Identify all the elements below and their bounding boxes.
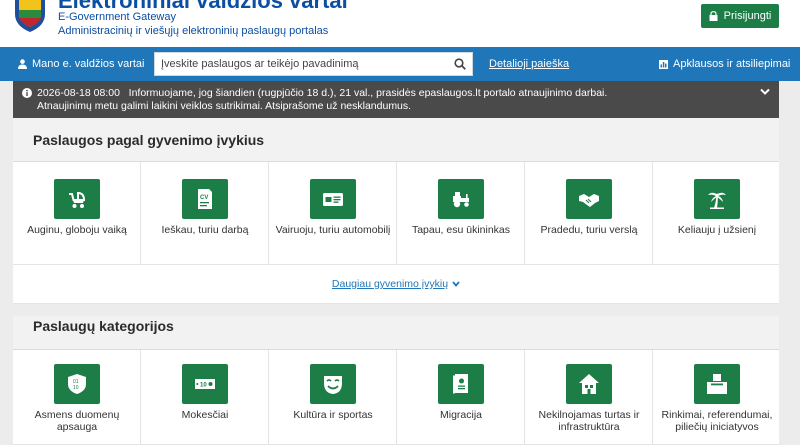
- category-tile-taxes[interactable]: 10 Mokesčiai: [141, 350, 269, 445]
- ballot-box-icon: [694, 364, 740, 404]
- tile-label: Kultūra ir sportas: [293, 409, 373, 421]
- tile-label: Migracija: [439, 409, 482, 421]
- banknote-icon: 10: [182, 364, 228, 404]
- svg-text:CV: CV: [200, 195, 208, 201]
- tile-label: Rinkimai, referendumai, piliečių iniciat…: [661, 409, 773, 433]
- category-tile-elections[interactable]: Rinkimai, referendumai, piliečių iniciat…: [653, 350, 779, 445]
- life-event-tile-farmer[interactable]: Tapau, esu ūkininkas: [397, 162, 525, 265]
- polls-label: Apklausos ir atsiliepimai: [673, 58, 791, 70]
- more-life-events-label: Daugiau gyvenimo įvykių: [331, 278, 449, 290]
- life-event-tile-travel[interactable]: Keliauju į užsienį: [653, 162, 779, 265]
- passport-icon: [438, 364, 484, 404]
- info-icon: [22, 88, 32, 98]
- my-gateway-label: Mano e. valdžios vartai: [32, 58, 145, 70]
- tile-label: Auginu, globoju vaiką: [27, 224, 127, 236]
- category-tile-migration[interactable]: Migracija: [397, 350, 525, 445]
- site-subtitle-lt: Administracinių ir viešųjų elektroninių …: [58, 25, 329, 37]
- data-shield-icon: 01 10: [54, 364, 100, 404]
- life-event-tile-business[interactable]: Pradedu, turiu verslą: [525, 162, 653, 265]
- category-tile-culture[interactable]: Kultūra ir sportas: [269, 350, 397, 445]
- tile-label: Tapau, esu ūkininkas: [411, 224, 511, 236]
- logo-icon[interactable]: [13, 0, 47, 32]
- search-input[interactable]: [155, 53, 445, 75]
- life-events-grid: Auginu, globoju vaiką CV Ieškau, turiu d…: [13, 162, 779, 265]
- detailed-search-link[interactable]: Detalioji paieška: [489, 47, 569, 81]
- more-life-events-row: Daugiau gyvenimo įvykių: [13, 265, 779, 304]
- search-box: [154, 52, 473, 76]
- palm-tree-icon: [694, 179, 740, 219]
- house-icon: [566, 364, 612, 404]
- more-life-events-link[interactable]: Daugiau gyvenimo įvykių: [13, 278, 779, 290]
- tractor-icon: [438, 179, 484, 219]
- chart-icon: [659, 59, 668, 69]
- life-event-tile-driving[interactable]: Vairuoju, turiu automobilį: [269, 162, 397, 265]
- tile-label: Keliauju į užsienį: [677, 224, 757, 236]
- main-navbar: Mano e. valdžios vartai Detalioji paiešk…: [0, 47, 800, 81]
- site-header: Elektroniniai valdžios vartai E-Governme…: [0, 0, 800, 47]
- tile-label: Asmens duomenų apsauga: [34, 409, 120, 433]
- life-events-header: Paslaugos pagal gyvenimo įvykius: [13, 118, 779, 162]
- chevron-down-icon[interactable]: [760, 88, 770, 96]
- site-subtitle-en: E-Government Gateway: [58, 11, 176, 23]
- categories-title: Paslaugų kategorijos: [33, 318, 174, 334]
- login-button[interactable]: Prisijungti: [701, 4, 779, 28]
- categories-grid: 01 10 Asmens duomenų apsauga 10 Mokesčiai…: [13, 350, 779, 445]
- categories-header: Paslaugų kategorijos: [13, 304, 779, 350]
- handshake-icon: [566, 179, 612, 219]
- login-label: Prisijungti: [723, 10, 772, 22]
- lock-icon: [709, 11, 718, 21]
- tile-label: Vairuoju, turiu automobilį: [275, 224, 391, 236]
- category-tile-real-estate[interactable]: Nekilnojamas turtas ir infrastruktūra: [525, 350, 653, 445]
- tile-label: Mokesčiai: [181, 409, 229, 421]
- theatre-mask-icon: [310, 364, 356, 404]
- notice-timestamp: 2026-08-18 08:00: [37, 87, 120, 99]
- search-icon[interactable]: [454, 58, 466, 70]
- tile-label: Ieškau, turiu darbą: [161, 224, 249, 236]
- chevron-down-icon: [452, 281, 460, 288]
- notice-message: Informuojame, jog šiandien (rugpjūčio 18…: [37, 87, 608, 112]
- tile-label: Pradedu, turiu verslą: [540, 224, 638, 236]
- polls-link[interactable]: Apklausos ir atsiliepimai: [659, 47, 790, 81]
- tile-label: Nekilnojamas turtas ir infrastruktūra: [538, 409, 640, 433]
- life-event-tile-job[interactable]: CV Ieškau, turiu darbą: [141, 162, 269, 265]
- life-events-title: Paslaugos pagal gyvenimo įvykius: [33, 132, 265, 148]
- svg-text:10: 10: [73, 385, 79, 391]
- user-icon: [18, 59, 27, 69]
- my-gateway-link[interactable]: Mano e. valdžios vartai: [18, 47, 145, 81]
- svg-text:10: 10: [200, 383, 207, 389]
- notice-text: 2026-08-18 08:00 Informuojame, jog šiand…: [37, 87, 657, 112]
- notice-banner: 2026-08-18 08:00 Informuojame, jog šiand…: [13, 81, 779, 118]
- driver-license-icon: [310, 179, 356, 219]
- category-tile-data-protection[interactable]: 01 10 Asmens duomenų apsauga: [13, 350, 141, 445]
- cv-document-icon: CV: [182, 179, 228, 219]
- life-event-tile-child[interactable]: Auginu, globoju vaiką: [13, 162, 141, 265]
- baby-carriage-icon: [54, 179, 100, 219]
